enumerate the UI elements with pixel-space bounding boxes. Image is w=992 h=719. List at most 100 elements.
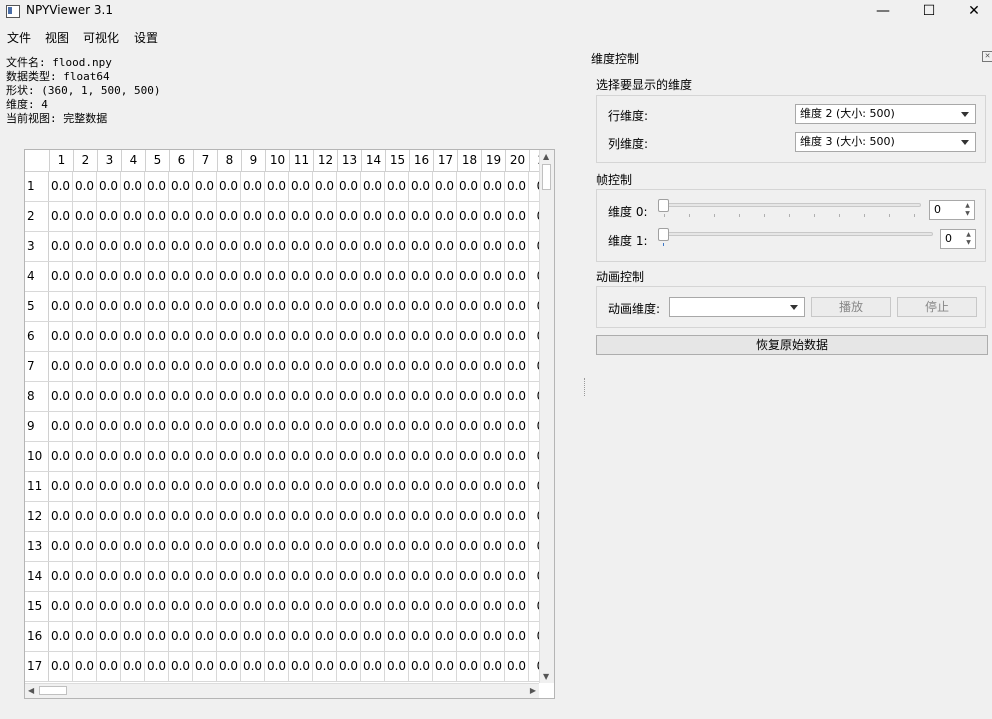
table-cell[interactable]: 0.0 bbox=[97, 592, 121, 621]
table-cell[interactable]: 0.0 bbox=[385, 442, 409, 471]
table-cell[interactable]: 0.0 bbox=[97, 622, 121, 651]
table-cell[interactable]: 0.0 bbox=[313, 232, 337, 261]
table-cell[interactable]: 0.0 bbox=[121, 202, 145, 231]
table-cell[interactable]: 0.0 bbox=[241, 172, 265, 201]
table-cell[interactable]: 0.0 bbox=[193, 622, 217, 651]
data-table[interactable]: 12345678910111213141516171819202 10.00.0… bbox=[24, 149, 555, 699]
table-cell[interactable]: 0.0 bbox=[193, 232, 217, 261]
table-cell[interactable]: 0.0 bbox=[313, 202, 337, 231]
table-cell[interactable]: 0.0 bbox=[361, 352, 385, 381]
table-cell[interactable]: 0.0 bbox=[145, 502, 169, 531]
table-cell[interactable]: 0.0 bbox=[241, 382, 265, 411]
table-cell[interactable]: 0.0 bbox=[169, 382, 193, 411]
spin-down-icon[interactable]: ▼ bbox=[964, 239, 973, 247]
table-cell[interactable]: 0.0 bbox=[73, 592, 97, 621]
table-cell[interactable]: 0 bbox=[529, 652, 539, 681]
table-cell[interactable]: 0.0 bbox=[409, 232, 433, 261]
horizontal-scrollbar[interactable]: ◀ ▶ bbox=[25, 683, 539, 698]
row-header[interactable]: 10 bbox=[25, 442, 49, 471]
column-header[interactable]: 9 bbox=[242, 150, 266, 171]
table-cell[interactable]: 0.0 bbox=[337, 412, 361, 441]
table-cell[interactable]: 0.0 bbox=[217, 442, 241, 471]
column-header[interactable]: 2 bbox=[74, 150, 98, 171]
table-cell[interactable]: 0.0 bbox=[193, 562, 217, 591]
table-cell[interactable]: 0.0 bbox=[49, 262, 73, 291]
table-cell[interactable]: 0.0 bbox=[385, 322, 409, 351]
table-cell[interactable]: 0.0 bbox=[217, 562, 241, 591]
row-header[interactable]: 1 bbox=[25, 172, 49, 201]
row-header[interactable]: 4 bbox=[25, 262, 49, 291]
table-cell[interactable]: 0.0 bbox=[289, 442, 313, 471]
table-cell[interactable]: 0.0 bbox=[337, 202, 361, 231]
table-cell[interactable]: 0.0 bbox=[241, 592, 265, 621]
table-cell[interactable]: 0.0 bbox=[433, 322, 457, 351]
table-cell[interactable]: 0.0 bbox=[193, 442, 217, 471]
table-cell[interactable]: 0.0 bbox=[433, 262, 457, 291]
table-cell[interactable]: 0.0 bbox=[505, 382, 529, 411]
table-cell[interactable]: 0.0 bbox=[457, 442, 481, 471]
table-cell[interactable]: 0.0 bbox=[313, 322, 337, 351]
table-cell[interactable]: 0.0 bbox=[97, 532, 121, 561]
dim0-slider-track[interactable] bbox=[663, 203, 921, 207]
column-header[interactable]: 14 bbox=[362, 150, 386, 171]
table-cell[interactable]: 0.0 bbox=[409, 442, 433, 471]
table-cell[interactable]: 0.0 bbox=[217, 652, 241, 681]
table-cell[interactable]: 0.0 bbox=[385, 502, 409, 531]
column-header[interactable]: 4 bbox=[122, 150, 146, 171]
table-cell[interactable]: 0.0 bbox=[361, 562, 385, 591]
table-cell[interactable]: 0.0 bbox=[481, 322, 505, 351]
table-cell[interactable]: 0.0 bbox=[361, 592, 385, 621]
table-cell[interactable]: 0.0 bbox=[409, 172, 433, 201]
column-header[interactable]: 3 bbox=[98, 150, 122, 171]
table-cell[interactable]: 0.0 bbox=[73, 172, 97, 201]
table-cell[interactable]: 0.0 bbox=[217, 202, 241, 231]
table-cell[interactable]: 0.0 bbox=[433, 382, 457, 411]
table-cell[interactable]: 0.0 bbox=[337, 322, 361, 351]
table-cell[interactable]: 0.0 bbox=[193, 652, 217, 681]
table-cell[interactable]: 0.0 bbox=[49, 412, 73, 441]
table-cell[interactable]: 0.0 bbox=[433, 172, 457, 201]
table-cell[interactable]: 0.0 bbox=[265, 382, 289, 411]
table-cell[interactable]: 0.0 bbox=[337, 622, 361, 651]
table-cell[interactable]: 0.0 bbox=[433, 352, 457, 381]
table-cell[interactable]: 0.0 bbox=[145, 232, 169, 261]
table-cell[interactable]: 0.0 bbox=[145, 532, 169, 561]
table-cell[interactable]: 0.0 bbox=[73, 382, 97, 411]
row-header[interactable]: 2 bbox=[25, 202, 49, 231]
table-cell[interactable]: 0.0 bbox=[337, 172, 361, 201]
table-cell[interactable]: 0.0 bbox=[49, 202, 73, 231]
table-cell[interactable]: 0.0 bbox=[145, 172, 169, 201]
table-cell[interactable]: 0.0 bbox=[193, 202, 217, 231]
table-cell[interactable]: 0.0 bbox=[217, 292, 241, 321]
table-cell[interactable]: 0.0 bbox=[97, 172, 121, 201]
table-cell[interactable]: 0.0 bbox=[385, 592, 409, 621]
scroll-right-icon[interactable]: ▶ bbox=[530, 686, 536, 695]
table-cell[interactable]: 0 bbox=[529, 502, 539, 531]
table-cell[interactable]: 0.0 bbox=[145, 202, 169, 231]
table-cell[interactable]: 0.0 bbox=[313, 472, 337, 501]
table-cell[interactable]: 0.0 bbox=[505, 352, 529, 381]
table-cell[interactable]: 0.0 bbox=[241, 652, 265, 681]
table-cell[interactable]: 0.0 bbox=[217, 412, 241, 441]
table-cell[interactable]: 0 bbox=[529, 232, 539, 261]
column-header[interactable]: 18 bbox=[458, 150, 482, 171]
dim0-spinbox[interactable]: 0 ▲ ▼ bbox=[929, 200, 975, 220]
menu-settings[interactable]: 设置 bbox=[134, 29, 158, 46]
table-cell[interactable]: 0.0 bbox=[217, 262, 241, 291]
table-cell[interactable]: 0.0 bbox=[337, 262, 361, 291]
row-header[interactable]: 14 bbox=[25, 562, 49, 591]
table-cell[interactable]: 0.0 bbox=[409, 592, 433, 621]
table-cell[interactable]: 0.0 bbox=[313, 352, 337, 381]
table-cell[interactable]: 0.0 bbox=[385, 172, 409, 201]
table-cell[interactable]: 0.0 bbox=[361, 652, 385, 681]
horizontal-scroll-thumb[interactable] bbox=[39, 686, 67, 695]
row-header[interactable]: 9 bbox=[25, 412, 49, 441]
table-cell[interactable]: 0.0 bbox=[337, 352, 361, 381]
table-cell[interactable]: 0.0 bbox=[337, 442, 361, 471]
table-cell[interactable]: 0.0 bbox=[433, 232, 457, 261]
table-cell[interactable]: 0.0 bbox=[481, 652, 505, 681]
table-cell[interactable]: 0.0 bbox=[265, 202, 289, 231]
vertical-scrollbar[interactable]: ▲ ▼ bbox=[539, 150, 554, 683]
table-cell[interactable]: 0.0 bbox=[289, 562, 313, 591]
column-header[interactable]: 12 bbox=[314, 150, 338, 171]
